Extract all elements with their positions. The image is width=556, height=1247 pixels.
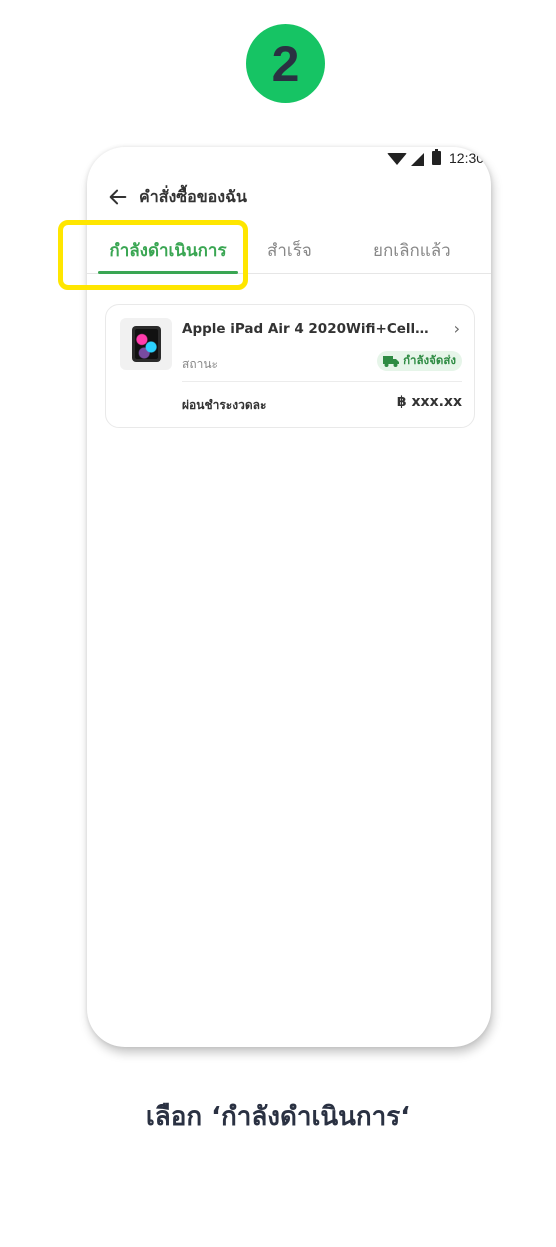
installment-price: ฿ xxx.xx — [396, 394, 462, 410]
truck-icon — [383, 355, 400, 367]
status-bar: 12:30 — [387, 147, 491, 169]
tab-highlight-box — [58, 220, 248, 290]
ipad-image — [131, 326, 161, 362]
page-header: คำสั่งซื้อของฉัน — [107, 183, 247, 211]
arrow-left-icon[interactable] — [107, 186, 129, 208]
chevron-right-icon[interactable]: › — [454, 319, 460, 338]
step-number-badge: 2 — [246, 24, 325, 103]
wifi-icon — [387, 153, 407, 165]
product-name: Apple iPad Air 4 2020Wifi+Cellular — [182, 321, 434, 337]
status-label: สถานะ — [182, 357, 218, 371]
tab-cancelled[interactable]: ยกเลิกแล้ว — [373, 237, 451, 264]
product-thumbnail — [120, 318, 172, 370]
page-title: คำสั่งซื้อของฉัน — [139, 186, 247, 206]
tab-label: สำเร็จ — [267, 241, 312, 261]
tab-label: ยกเลิกแล้ว — [373, 241, 451, 261]
instruction-text: เลือก ‘กำลังดำเนินการ‘ — [145, 1102, 411, 1132]
status-time: 12:30 — [449, 150, 485, 166]
battery-icon — [432, 149, 441, 165]
signal-icon — [411, 152, 424, 166]
status-badge: กำลังจัดส่ง — [377, 351, 462, 371]
status-text: กำลังจัดส่ง — [403, 353, 456, 367]
order-card[interactable]: Apple iPad Air 4 2020Wifi+Cellular › สถา… — [105, 304, 475, 428]
tab-completed[interactable]: สำเร็จ — [267, 237, 312, 264]
installment-label: ผ่อนชำระงวดละ — [182, 398, 267, 412]
divider — [182, 381, 462, 382]
